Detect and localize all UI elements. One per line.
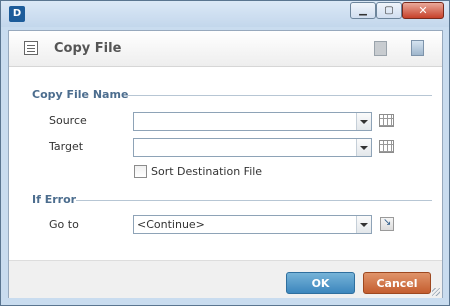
target-label: Target	[49, 140, 84, 153]
print-icon[interactable]	[374, 41, 387, 56]
app-icon: D	[9, 6, 25, 22]
maximize-button[interactable]: ▢	[376, 2, 402, 19]
maximize-icon: ▢	[384, 5, 394, 16]
table-icon[interactable]	[379, 140, 394, 153]
copy-file-name-section-title: Copy File Name	[32, 88, 129, 101]
if-error-section-title: If Error	[32, 193, 77, 206]
target-combobox[interactable]	[133, 138, 372, 157]
table-icon[interactable]	[379, 114, 394, 127]
clipboard-icon[interactable]	[411, 40, 424, 56]
goto-combobox[interactable]: <Continue>	[133, 215, 372, 234]
chevron-down-icon[interactable]	[356, 113, 371, 130]
close-button[interactable]: ✕	[402, 2, 444, 19]
dialog-title: Copy File	[54, 41, 122, 56]
minimize-icon: ▁	[359, 5, 367, 16]
source-combobox[interactable]	[133, 112, 372, 131]
chevron-down-icon[interactable]	[356, 216, 371, 233]
dialog-footer: OK Cancel	[9, 260, 442, 298]
sort-destination-label: Sort Destination File	[151, 165, 263, 178]
source-label: Source	[49, 114, 87, 127]
copy-file-icon	[24, 41, 38, 55]
dialog-client: Copy File Copy File Name Source Target S…	[8, 30, 443, 298]
goto-value: <Continue>	[137, 218, 205, 231]
minimize-button[interactable]: ▁	[350, 2, 376, 19]
dialog-header: Copy File	[9, 31, 442, 67]
chevron-down-icon[interactable]	[356, 139, 371, 156]
jump-to-icon[interactable]	[380, 217, 394, 231]
sort-destination-checkbox[interactable]	[134, 165, 147, 178]
dialog-window: D ▁ ▢ ✕ Copy File Copy File Name Source …	[0, 0, 450, 306]
close-icon: ✕	[418, 4, 428, 17]
title-bar[interactable]: D ▁ ▢ ✕	[1, 1, 449, 27]
section-divider	[124, 95, 432, 96]
goto-label: Go to	[49, 218, 79, 231]
ok-button[interactable]: OK	[286, 272, 355, 294]
cancel-button[interactable]: Cancel	[363, 272, 431, 294]
resize-grip[interactable]	[432, 288, 440, 296]
window-controls: ▁ ▢ ✕	[350, 2, 444, 20]
section-divider	[76, 200, 432, 201]
